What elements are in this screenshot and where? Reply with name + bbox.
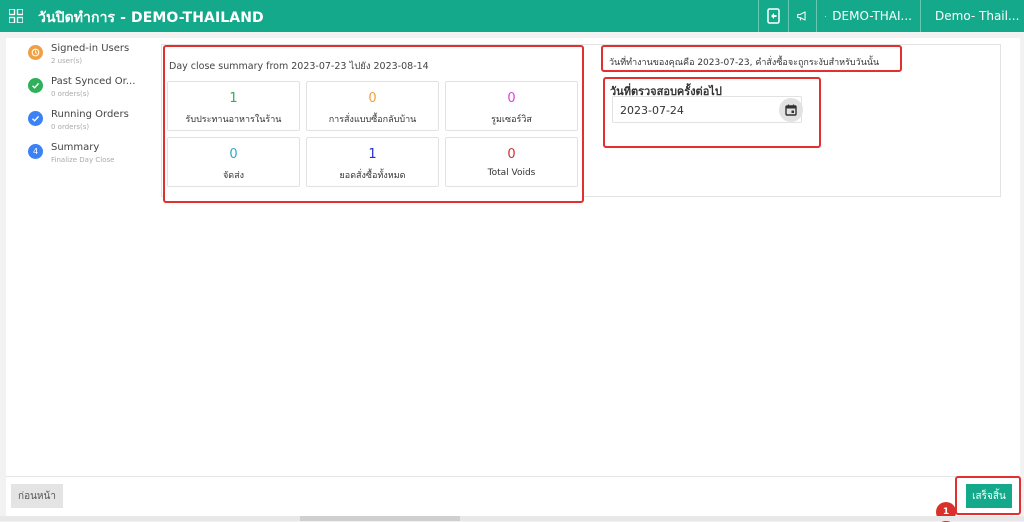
device-sync-icon xyxy=(767,8,780,24)
tile-label: การสั่งแบบซื้อกลับบ้าน xyxy=(307,112,438,126)
megaphone-icon xyxy=(797,9,808,23)
business-day-note: วันที่ทำงานของคุณคือ 2023-07-23, คำสั่งซ… xyxy=(601,45,902,72)
tile-value: 0 xyxy=(446,91,577,106)
apps-grid-icon[interactable] xyxy=(9,9,23,23)
step-subtitle: 0 orders(s) xyxy=(51,123,89,131)
stepper: Signed-in Users 2 user(s) Past Synced Or… xyxy=(28,43,158,175)
page-title: วันปิดทำการ - DEMO-THAILAND xyxy=(38,7,264,29)
warning-clock-icon xyxy=(28,45,43,60)
next-check-date-section: วันที่ตรวจสอบครั้งต่อไป 2023-07-24 xyxy=(603,77,821,148)
step-title: Summary xyxy=(51,142,151,153)
step-past-synced-orders[interactable]: Past Synced Or... 0 orders(s) xyxy=(28,76,158,109)
step-title: Running Orders xyxy=(51,109,151,120)
user-label: Demo- Thail... xyxy=(935,9,1019,23)
store-selector[interactable]: DEMO-THAI... xyxy=(816,0,920,32)
tile-value: 1 xyxy=(168,91,299,106)
tile-room-service: 0 รูมเซอร์วิส xyxy=(445,81,578,131)
calendar-button[interactable] xyxy=(779,98,803,122)
step-summary[interactable]: 4 Summary Finalize Day Close xyxy=(28,142,158,175)
horizontal-scrollbar[interactable] xyxy=(0,516,1024,521)
summary-title: Day close summary from 2023-07-23 ไปยัง … xyxy=(169,59,429,74)
tile-label: จัดส่ง xyxy=(168,168,299,182)
step-subtitle: 2 user(s) xyxy=(51,57,82,65)
tile-value: 0 xyxy=(307,91,438,106)
store-icon xyxy=(825,10,826,23)
tile-total-voids: 0 Total Voids xyxy=(445,137,578,187)
step-running-orders[interactable]: Running Orders 0 orders(s) xyxy=(28,109,158,142)
top-bar: วันปิดทำการ - DEMO-THAILAND DEMO-THAI... xyxy=(0,0,1024,32)
footer-divider xyxy=(6,476,1020,477)
tile-dine-in: 1 รับประทานอาหารในร้าน xyxy=(167,81,300,131)
finish-button[interactable]: เสร็จสิ้น xyxy=(966,484,1012,508)
note-text: วันที่ทำงานของคุณคือ 2023-07-23, คำสั่งซ… xyxy=(609,55,879,69)
tile-label: รับประทานอาหารในร้าน xyxy=(168,112,299,126)
scrollbar-thumb[interactable] xyxy=(300,516,460,521)
step-subtitle: Finalize Day Close xyxy=(51,156,114,164)
step-subtitle: 0 orders(s) xyxy=(51,90,89,98)
tile-value: 0 xyxy=(168,147,299,162)
tile-takeaway: 0 การสั่งแบบซื้อกลับบ้าน xyxy=(306,81,439,131)
tile-label: ยอดสั่งซื้อทั้งหมด xyxy=(307,168,438,182)
tile-value: 0 xyxy=(446,147,577,162)
previous-button[interactable]: ก่อนหน้า xyxy=(11,484,63,508)
tile-value: 1 xyxy=(307,147,438,162)
next-check-date-field[interactable]: 2023-07-24 xyxy=(612,96,802,123)
device-button[interactable] xyxy=(758,0,788,32)
announcement-button[interactable] xyxy=(788,0,816,32)
step-signed-in-users[interactable]: Signed-in Users 2 user(s) xyxy=(28,43,158,76)
check-icon xyxy=(28,78,43,93)
store-label: DEMO-THAI... xyxy=(832,9,912,23)
check-icon xyxy=(28,111,43,126)
calendar-icon xyxy=(785,104,797,116)
tile-label: Total Voids xyxy=(446,168,577,178)
tile-delivery: 0 จัดส่ง xyxy=(167,137,300,187)
tile-label: รูมเซอร์วิส xyxy=(446,112,577,126)
tile-total-orders: 1 ยอดสั่งซื้อทั้งหมด xyxy=(306,137,439,187)
user-menu[interactable]: Demo- Thail... xyxy=(920,0,1024,32)
step-title: Past Synced Or... xyxy=(51,76,151,87)
date-value: 2023-07-24 xyxy=(620,104,684,117)
step-number-badge: 4 xyxy=(28,144,43,159)
step-title: Signed-in Users xyxy=(51,43,151,54)
day-close-summary: Day close summary from 2023-07-23 ไปยัง … xyxy=(163,45,584,203)
